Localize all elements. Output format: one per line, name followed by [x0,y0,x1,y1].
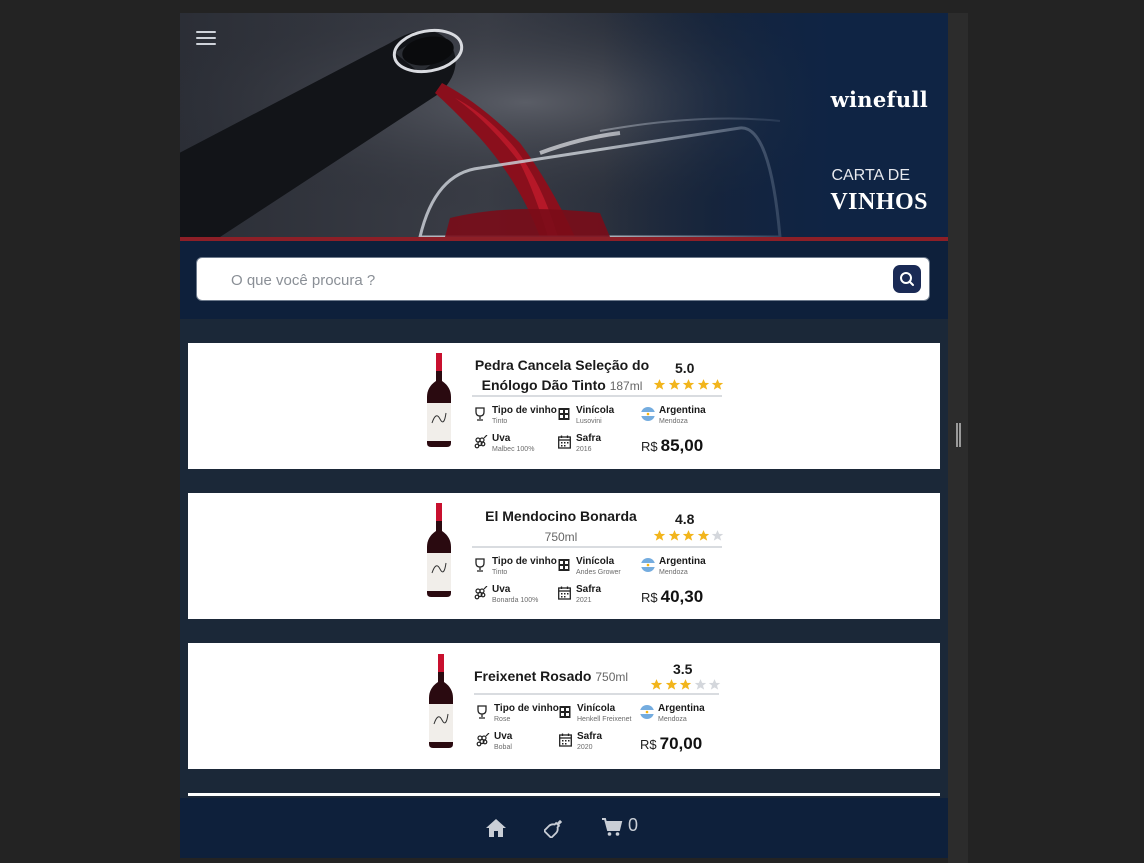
rating-score: 5.0 [675,360,695,376]
star-filled-icon [682,530,695,541]
brand-logo: winefull [830,87,928,112]
wine-card[interactable]: Pedra Cancela Seleção do Enólogo Dão Tin… [188,343,940,469]
star-filled-icon [711,379,724,390]
rating-score: 3.5 [673,661,693,677]
wine-list: Pedra Cancela Seleção do Enólogo Dão Tin… [188,343,940,793]
rating-stars [653,529,726,543]
wine-bottle-image [427,503,451,597]
star-filled-icon [650,679,663,690]
bottom-navigation: 0 [180,798,948,858]
star-filled-icon [679,679,692,690]
rating-score: 4.8 [675,511,695,527]
grapes-icon [474,435,488,449]
grapes-icon [474,586,488,600]
star-filled-icon [697,530,709,541]
winery-building-icon [558,559,570,571]
argentina-flag-icon [641,407,655,421]
card-divider [472,395,722,397]
header-banner: winefull CARTA DE VINHOS [180,13,948,237]
wine-price: R$ 85,00 [641,436,704,455]
wine-glass-icon [477,705,487,719]
wine-bottle-image [427,353,451,447]
wine-name: Pedra Cancela Seleção do Enólogo Dão Tin… [474,357,650,393]
wine-glass-icon [475,558,485,572]
wine-name: El Mendocino Bonarda 750ml [485,508,637,544]
calendar-icon [559,733,572,747]
wine-bottle-icon[interactable] [544,818,564,838]
shopping-cart-icon[interactable] [601,817,623,837]
home-icon[interactable] [485,818,507,838]
winery-building-icon [558,408,570,420]
resize-handle[interactable] [956,423,961,447]
wine-bottle-image [429,654,453,748]
search-input[interactable] [229,268,883,292]
header-subtitle-top: CARTA DE [831,167,910,184]
next-card-edge [188,793,940,796]
star-filled-icon [653,379,666,390]
argentina-flag-icon [640,705,654,719]
star-filled-icon [697,379,709,390]
star-filled-icon [665,679,677,690]
star-empty-icon [694,679,706,690]
wine-card[interactable]: Freixenet Rosado 750ml 3.5 Tipo de vinho… [188,643,940,769]
wine-price: R$ 70,00 [640,734,703,753]
search-icon [900,272,914,286]
search-box [196,257,930,301]
wine-name: Freixenet Rosado 750ml [474,668,629,684]
hamburger-menu-icon[interactable] [196,31,216,47]
argentina-flag-icon [641,558,655,572]
wine-card[interactable]: El Mendocino Bonarda 750ml 4.8 Tipo de vi… [188,493,940,619]
winery-building-icon [559,706,571,718]
star-empty-icon [708,679,721,690]
calendar-icon [558,586,571,600]
wine-glass-icon [475,407,485,421]
rating-stars [650,678,723,692]
card-divider [472,546,722,548]
star-filled-icon [682,379,695,390]
card-divider [474,693,719,695]
cart-count: 0 [628,815,639,835]
search-button[interactable] [893,265,921,293]
rating-stars [653,378,726,392]
grapes-icon [476,733,490,747]
header-subtitle-bottom: VINHOS [830,189,928,215]
wine-price: R$ 40,30 [641,587,704,606]
star-empty-icon [711,530,724,541]
calendar-icon [558,435,571,449]
app-container: winefull CARTA DE VINHOS Pedra Cancela [180,13,948,858]
search-section [180,241,948,319]
star-filled-icon [668,379,680,390]
star-filled-icon [653,530,666,541]
star-filled-icon [668,530,680,541]
